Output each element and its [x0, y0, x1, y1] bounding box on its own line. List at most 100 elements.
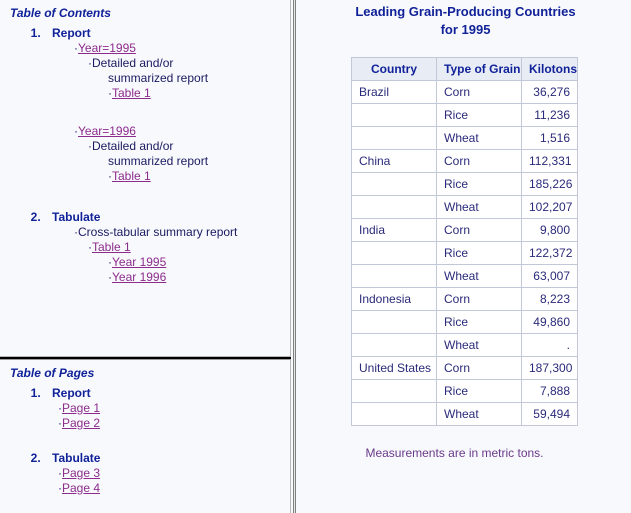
table-of-pages-title: Table of Pages: [10, 366, 95, 380]
cell-grain: Corn: [436, 356, 522, 380]
vertical-frame-divider-bar[interactable]: [293, 0, 296, 513]
report-frame[interactable]: Leading Grain-Producing Countries for 19…: [300, 0, 631, 513]
link-page-3[interactable]: Page 3: [62, 466, 100, 480]
cell-country: [351, 195, 437, 219]
table-row: Rice 49,860: [351, 310, 578, 334]
cell-country: [351, 264, 437, 288]
table-row: Rice 185,226: [351, 172, 578, 196]
link-tabulate-year-1995[interactable]: Year 1995: [112, 255, 166, 269]
toc-report-group-1995: ·Year=1995 ·Detailed and/or summarized r…: [44, 41, 282, 101]
cell-kilotons: .: [521, 333, 578, 357]
grain-table-wrapper: Country Type of Grain Kilotons Brazil Co…: [300, 57, 631, 426]
frameset: Table of Contents Report ·Year=1995 ·Det…: [0, 0, 631, 513]
top-report-pages: ·Page 1 ·Page 2: [44, 401, 282, 431]
cell-kilotons: 1,516: [521, 126, 578, 150]
column-header-kilotons: Kilotons: [521, 57, 578, 81]
table-of-pages-frame[interactable]: Table of Pages Report ·Page 1 ·Page 2: [0, 359, 291, 513]
cell-country: China: [351, 149, 437, 173]
toc-desc-line-2: summarized report: [44, 71, 282, 86]
toc-desc-text-2: summarized report: [108, 71, 209, 85]
cell-kilotons: 63,007: [521, 264, 578, 288]
cell-country: [351, 126, 437, 150]
cell-grain: Wheat: [436, 195, 522, 219]
cell-country: [351, 333, 437, 357]
report-footnote: Measurements are in metric tons.: [365, 446, 544, 460]
grain-table-body: Brazil Corn 36,276 Rice 11,236 Wheat 1,5…: [351, 80, 578, 426]
link-table-1-tabulate[interactable]: Table 1: [92, 240, 131, 254]
link-year-1996[interactable]: Year=1996: [78, 124, 136, 138]
table-row: Wheat 1,516: [351, 126, 578, 150]
table-row: Rice 122,372: [351, 241, 578, 265]
toc-desc-line-1: ·Detailed and/or: [44, 56, 282, 71]
cell-kilotons: 9,800: [521, 218, 578, 242]
cell-country: [351, 103, 437, 127]
cell-grain: Corn: [436, 149, 522, 173]
cell-grain: Wheat: [436, 264, 522, 288]
top-item-tabulate: Tabulate ·Page 3 ·Page 4: [44, 451, 282, 496]
table-row: Rice 7,888: [351, 379, 578, 403]
toc-report-group-1996: ·Year=1996 ·Detailed and/or summarized r…: [44, 124, 282, 184]
toc-desc-line-1: ·Detailed and/or: [44, 139, 282, 154]
cell-country: [351, 172, 437, 196]
report-title: Leading Grain-Producing Countries for 19…: [324, 3, 607, 39]
toc-item-report: Report ·Year=1995 ·Detailed and/or summa…: [44, 26, 282, 206]
left-frame-column: Table of Contents Report ·Year=1995 ·Det…: [0, 0, 291, 513]
table-row: Wheat .: [351, 333, 578, 357]
table-row: Rice 11,236: [351, 103, 578, 127]
link-page-1[interactable]: Page 1: [62, 401, 100, 415]
cell-country: United States: [351, 356, 437, 380]
cell-kilotons: 112,331: [521, 149, 578, 173]
link-tabulate-year-1996[interactable]: Year 1996: [112, 270, 166, 284]
cell-kilotons: 49,860: [521, 310, 578, 334]
link-year-1995[interactable]: Year=1995: [78, 41, 136, 55]
cell-grain: Wheat: [436, 402, 522, 426]
cell-country: India: [351, 218, 437, 242]
cell-country: Indonesia: [351, 287, 437, 311]
cell-country: [351, 402, 437, 426]
table-of-contents-list: Report ·Year=1995 ·Detailed and/or summa…: [8, 26, 282, 285]
link-page-2[interactable]: Page 2: [62, 416, 100, 430]
toc-desc-text-1: Detailed and/or: [92, 56, 174, 70]
toc-tabulate-group: ·Cross-tabular summary report ·Table 1 ·…: [44, 225, 282, 285]
toc-item-tabulate-label: Tabulate: [52, 210, 101, 224]
top-item-report-label: Report: [52, 386, 91, 400]
cell-grain: Wheat: [436, 126, 522, 150]
cell-kilotons: 122,372: [521, 241, 578, 265]
cell-country: [351, 241, 437, 265]
link-page-4[interactable]: Page 4: [62, 481, 100, 495]
report-title-line-2: for 1995: [440, 22, 491, 37]
toc-desc-line-2: summarized report: [44, 154, 282, 169]
toc-desc-text-1: Detailed and/or: [92, 139, 174, 153]
table-row: Brazil Corn 36,276: [351, 80, 578, 104]
toc-tabulate-desc: ·Cross-tabular summary report: [44, 225, 282, 240]
top-item-tabulate-label: Tabulate: [52, 451, 101, 465]
cell-kilotons: 59,494: [521, 402, 578, 426]
table-row: Wheat 59,494: [351, 402, 578, 426]
cell-grain: Rice: [436, 103, 522, 127]
cell-kilotons: 7,888: [521, 379, 578, 403]
cell-grain: Corn: [436, 218, 522, 242]
link-table-1-1995[interactable]: Table 1: [112, 86, 151, 100]
top-tabulate-pages: ·Page 3 ·Page 4: [44, 466, 282, 496]
cell-grain: Wheat: [436, 333, 522, 357]
table-row: Indonesia Corn 8,223: [351, 287, 578, 311]
cell-grain: Corn: [436, 287, 522, 311]
cell-grain: Rice: [436, 379, 522, 403]
top-item-report: Report ·Page 1 ·Page 2: [44, 386, 282, 447]
cell-kilotons: 185,226: [521, 172, 578, 196]
cell-country: Brazil: [351, 80, 437, 104]
toc-item-tabulate: Tabulate ·Cross-tabular summary report ·…: [44, 210, 282, 285]
column-header-country: Country: [351, 57, 437, 81]
table-row: China Corn 112,331: [351, 149, 578, 173]
grain-table: Country Type of Grain Kilotons Brazil Co…: [351, 57, 578, 426]
cell-grain: Rice: [436, 172, 522, 196]
vertical-frame-divider[interactable]: [291, 0, 300, 513]
link-table-1-1996[interactable]: Table 1: [112, 169, 151, 183]
toc-tabulate-desc-text: Cross-tabular summary report: [78, 225, 238, 239]
table-of-contents-frame[interactable]: Table of Contents Report ·Year=1995 ·Det…: [0, 0, 291, 357]
cell-kilotons: 36,276: [521, 80, 578, 104]
grain-table-head: Country Type of Grain Kilotons: [351, 57, 578, 81]
cell-grain: Corn: [436, 80, 522, 104]
table-of-pages-list: Report ·Page 1 ·Page 2 Tabulate: [8, 386, 282, 496]
